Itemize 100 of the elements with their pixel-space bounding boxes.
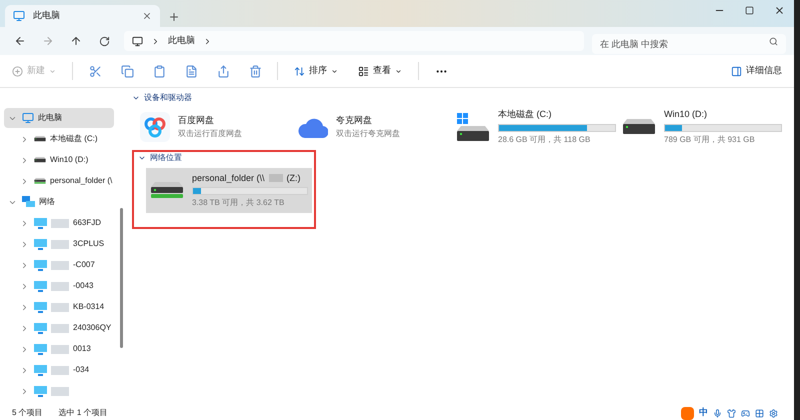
- network-icon: [22, 196, 35, 208]
- chevron-right-icon: [151, 36, 160, 46]
- close-icon[interactable]: [142, 11, 152, 21]
- app-description: 双击运行百度网盘: [178, 128, 242, 140]
- grid-icon[interactable]: [755, 408, 764, 418]
- sidebar-item[interactable]: -C007: [4, 255, 114, 275]
- computer-icon: [34, 386, 47, 396]
- computer-icon: [34, 218, 47, 228]
- settings-icon[interactable]: [769, 408, 778, 418]
- new-tab-button[interactable]: [168, 11, 180, 23]
- sort-button[interactable]: 排序: [286, 64, 346, 78]
- app-name: 百度网盘: [178, 114, 215, 127]
- blurred-block: [268, 174, 283, 182]
- drive-icon: [34, 157, 46, 163]
- scissors-icon: [88, 64, 102, 78]
- blurred-block: [51, 386, 69, 396]
- sidebar-item[interactable]: 663FJD: [4, 213, 114, 233]
- sidebar-item[interactable]: Win10 (D:): [4, 150, 114, 170]
- sidebar-item[interactable]: 此电脑: [4, 108, 114, 128]
- computer-icon: [22, 112, 34, 124]
- cloud-app-icon: [140, 112, 170, 142]
- arrow-up-icon: [70, 35, 82, 47]
- sidebar-label: -034: [73, 364, 90, 376]
- sidebar-item[interactable]: 0013: [4, 339, 114, 359]
- drive-capacity: 789 GB 可用，共 931 GB: [664, 134, 756, 146]
- chevron-down-icon: [395, 68, 402, 74]
- computer-icon: [13, 10, 25, 22]
- input-mode-label[interactable]: 中: [699, 406, 708, 420]
- section-header[interactable]: 网络位置: [138, 152, 314, 164]
- blurred-block: [51, 282, 69, 290]
- item-count: 5 个项目: [12, 407, 43, 419]
- drive-item[interactable]: 本地磁盘 (C:) 28.6 GB 可用，共 118 GB: [456, 108, 614, 146]
- sort-icon: [294, 66, 305, 76]
- sidebar-label: -C007: [73, 259, 95, 271]
- computer-icon: [34, 302, 47, 312]
- network-drive-icon: [150, 182, 184, 198]
- drive-name: Win10 (D:): [664, 108, 708, 121]
- sidebar-item[interactable]: -0043: [4, 276, 114, 296]
- drive-capacity: 28.6 GB 可用，共 118 GB: [498, 134, 592, 146]
- drive-item[interactable]: Win10 (D:) 789 GB 可用，共 931 GB: [622, 108, 780, 146]
- app-name: 夸克网盘: [336, 114, 373, 127]
- plus-icon: [168, 11, 180, 23]
- list-icon: [358, 66, 369, 76]
- blurred-block: [51, 218, 69, 228]
- computer-icon: [34, 238, 47, 250]
- sidebar-item[interactable]: KB-0314: [4, 297, 114, 317]
- drive-icon: [34, 136, 46, 142]
- blurred-block: [51, 324, 69, 332]
- sidebar-item[interactable]: personal_folder (\: [4, 171, 114, 191]
- search-field[interactable]: 在 此电脑 中搜索: [592, 34, 786, 54]
- drive-icon: [622, 119, 656, 134]
- tab-label: 此电脑: [33, 9, 61, 22]
- drive-tile[interactable]: personal_folder (\\ (Z:) 3.38 TB 可用，共 3.62 TB: [146, 168, 312, 213]
- plus-circle-icon: [12, 66, 23, 76]
- drive-name: 本地磁盘 (C:): [498, 108, 552, 121]
- address-bar[interactable]: 此电脑: [124, 31, 584, 51]
- document-icon: [184, 64, 198, 78]
- clipboard-icon: [152, 64, 166, 78]
- sidebar-item[interactable]: 3CPLUS: [4, 234, 114, 254]
- sidebar-label: personal_folder (\: [50, 175, 112, 187]
- computer-icon: [34, 280, 47, 292]
- sidebar-item[interactable]: 240306QY: [4, 318, 114, 338]
- blurred-block: [51, 366, 69, 374]
- sidebar-item[interactable]: -034: [4, 360, 114, 380]
- logo-icon: [681, 406, 694, 420]
- sidebar-item[interactable]: 网络: [4, 192, 114, 212]
- search-icon: [769, 37, 778, 46]
- maximize-icon: [744, 6, 754, 14]
- drive-letter: (Z:): [286, 172, 301, 185]
- blurred-block: [51, 260, 69, 270]
- sidebar-label: Win10 (D:): [50, 154, 88, 166]
- arrow-left-icon: [14, 35, 26, 47]
- view-button[interactable]: 查看: [350, 64, 410, 78]
- drive-capacity: 3.38 TB 可用，共 3.62 TB: [192, 197, 286, 209]
- refresh-icon: [98, 36, 110, 46]
- computer-icon: [34, 322, 47, 334]
- blurred-block: [51, 302, 69, 312]
- breadcrumb[interactable]: 此电脑: [168, 34, 195, 48]
- microphone-icon[interactable]: [713, 408, 722, 418]
- sidebar-label: 663FJD: [73, 217, 102, 229]
- computer-icon: [34, 344, 47, 354]
- section-header[interactable]: 设备和驱动器: [132, 92, 780, 104]
- copy-icon: [120, 64, 134, 78]
- computer-icon: [34, 364, 47, 376]
- shirt-icon[interactable]: [727, 408, 736, 418]
- chevron-right-icon[interactable]: [203, 36, 212, 46]
- details-button[interactable]: 详细信息: [731, 64, 782, 78]
- sidebar-item[interactable]: 本地磁盘 (C:): [4, 129, 114, 149]
- sidebar-label: 此电脑: [38, 112, 62, 124]
- tab[interactable]: 此电脑: [5, 5, 160, 27]
- close-icon: [774, 4, 784, 16]
- sidebar-label: 本地磁盘 (C:): [50, 133, 98, 145]
- new-button: 新建: [12, 64, 64, 78]
- app-description: 双击运行夸克网盘: [336, 128, 400, 140]
- sidebar-label: 240306QY: [73, 322, 112, 334]
- arrow-right-icon: [42, 35, 54, 47]
- scrollbar-thumb[interactable]: [120, 208, 123, 348]
- gamepad-icon[interactable]: [741, 408, 750, 418]
- trash-icon: [248, 64, 262, 78]
- drive-name: personal_folder (\\: [192, 172, 265, 185]
